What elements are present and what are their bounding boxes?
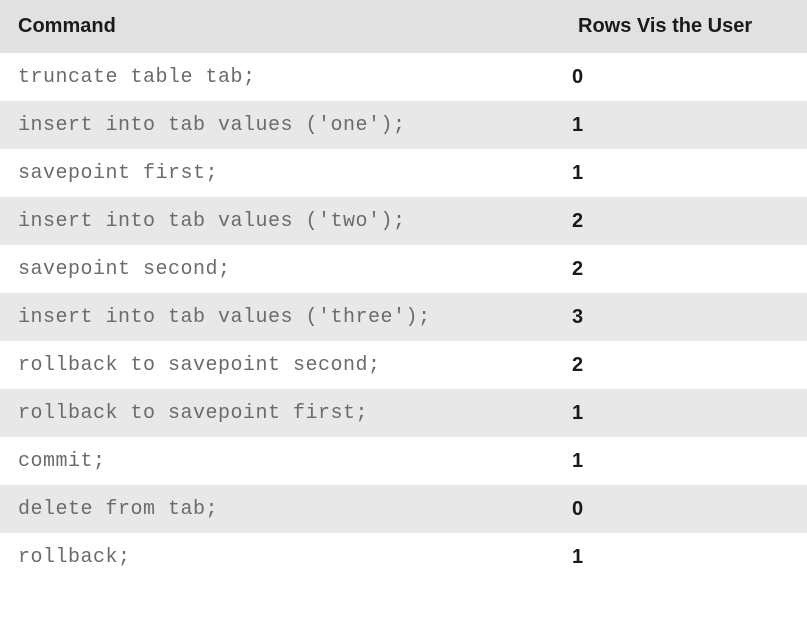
cell-rows-visible: 2 bbox=[560, 197, 807, 245]
table-row: delete from tab; 0 bbox=[0, 485, 807, 533]
table-row: rollback to savepoint second; 2 bbox=[0, 341, 807, 389]
cell-rows-visible: 0 bbox=[560, 53, 807, 101]
table-body: truncate table tab; 0 insert into tab va… bbox=[0, 53, 807, 581]
table-row: rollback; 1 bbox=[0, 533, 807, 581]
header-command: Command bbox=[0, 0, 560, 53]
cell-rows-visible: 0 bbox=[560, 485, 807, 533]
table-row: commit; 1 bbox=[0, 437, 807, 485]
cell-rows-visible: 1 bbox=[560, 101, 807, 149]
cell-command: savepoint first; bbox=[0, 149, 560, 197]
cell-command: insert into tab values ('one'); bbox=[0, 101, 560, 149]
cell-rows-visible: 1 bbox=[560, 149, 807, 197]
header-rows-visible: Rows Vis the User bbox=[560, 0, 807, 53]
cell-command: rollback to savepoint second; bbox=[0, 341, 560, 389]
table-row: rollback to savepoint first; 1 bbox=[0, 389, 807, 437]
cell-command: commit; bbox=[0, 437, 560, 485]
table-row: insert into tab values ('three'); 3 bbox=[0, 293, 807, 341]
cell-command: savepoint second; bbox=[0, 245, 560, 293]
table-header-row: Command Rows Vis the User bbox=[0, 0, 807, 53]
table-row: truncate table tab; 0 bbox=[0, 53, 807, 101]
table-row: savepoint second; 2 bbox=[0, 245, 807, 293]
table-row: insert into tab values ('one'); 1 bbox=[0, 101, 807, 149]
cell-rows-visible: 2 bbox=[560, 341, 807, 389]
table-row: savepoint first; 1 bbox=[0, 149, 807, 197]
cell-command: delete from tab; bbox=[0, 485, 560, 533]
cell-rows-visible: 2 bbox=[560, 245, 807, 293]
sql-transaction-table: Command Rows Vis the User truncate table… bbox=[0, 0, 807, 581]
cell-command: rollback to savepoint first; bbox=[0, 389, 560, 437]
cell-command: rollback; bbox=[0, 533, 560, 581]
cell-command: truncate table tab; bbox=[0, 53, 560, 101]
cell-rows-visible: 1 bbox=[560, 533, 807, 581]
cell-command: insert into tab values ('two'); bbox=[0, 197, 560, 245]
cell-rows-visible: 3 bbox=[560, 293, 807, 341]
cell-command: insert into tab values ('three'); bbox=[0, 293, 560, 341]
cell-rows-visible: 1 bbox=[560, 437, 807, 485]
cell-rows-visible: 1 bbox=[560, 389, 807, 437]
table-row: insert into tab values ('two'); 2 bbox=[0, 197, 807, 245]
